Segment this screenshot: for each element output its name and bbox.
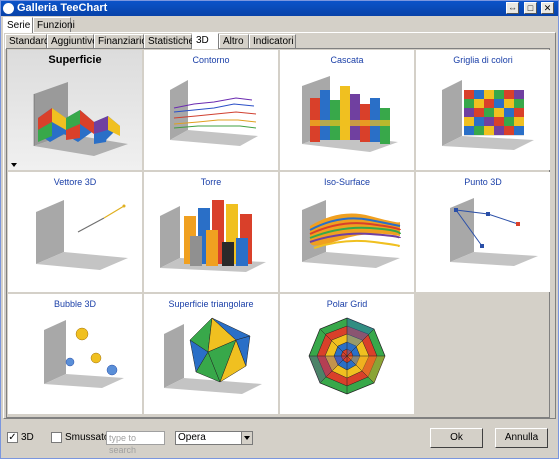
check-3d[interactable]: ✓ xyxy=(7,432,18,443)
check-smussato[interactable] xyxy=(51,432,62,443)
gallery-item-bubble-3d[interactable]: Bubble 3D xyxy=(8,294,142,414)
search-input[interactable]: type to search xyxy=(106,431,165,455)
tower-chart-thumbnail xyxy=(160,200,266,272)
tab-statistiche[interactable]: Statistiche xyxy=(144,34,194,49)
gallery-item-contorno[interactable]: Contorno xyxy=(144,50,278,170)
title-bar[interactable]: Galleria TeeChart ⇔ □ ✕ xyxy=(1,1,558,16)
restore-icon[interactable]: ⇔ xyxy=(506,2,519,14)
gallery-item-griglia-colori[interactable]: Griglia di colori xyxy=(416,50,550,170)
gallery-item-torre[interactable]: Torre xyxy=(144,172,278,292)
ok-button[interactable]: Ok xyxy=(430,428,483,448)
theme-select[interactable]: Opera xyxy=(175,431,253,445)
gallery-item-cascata[interactable]: Cascata xyxy=(280,50,414,170)
gallery-window: Galleria TeeChart ⇔ □ ✕ Serie Funzioni S… xyxy=(0,0,559,459)
tab-altro[interactable]: Altro xyxy=(219,34,249,49)
gallery-item-iso-surface[interactable]: Iso-Surface xyxy=(280,172,414,292)
surface-chart-thumbnail xyxy=(33,82,128,156)
check-3d-label: 3D xyxy=(21,432,34,443)
check-smussato-label: Smussato xyxy=(65,432,110,443)
vector-3d-chart-thumbnail xyxy=(36,200,128,270)
contour-chart-thumbnail xyxy=(170,80,258,146)
chevron-down-icon[interactable] xyxy=(241,432,252,444)
tab-serie[interactable]: Serie xyxy=(3,17,33,33)
tab-3d[interactable]: 3D xyxy=(192,33,219,49)
gallery-item-vettore-3d[interactable]: Vettore 3D xyxy=(8,172,142,292)
iso-surface-chart-thumbnail xyxy=(302,200,401,268)
gallery-item-superficie-triangolare[interactable]: Superficie triangolare xyxy=(144,294,278,414)
bubble-3d-chart-thumbnail xyxy=(44,320,124,388)
selection-marker xyxy=(11,163,17,167)
tab-indicatori[interactable]: Indicatori xyxy=(249,34,296,49)
tab-funzioni[interactable]: Funzioni xyxy=(33,17,75,33)
tab-aggiuntive[interactable]: Aggiuntive xyxy=(47,34,98,49)
app-icon xyxy=(3,3,14,14)
gallery-item-superficie[interactable]: Superficie xyxy=(8,50,142,170)
point-3d-chart-thumbnail xyxy=(450,198,538,266)
bottom-bar: ✓ 3D Smussato type to search Opera Ok An… xyxy=(1,420,558,458)
waterfall-chart-thumbnail xyxy=(302,76,398,152)
gallery-item-punto-3d[interactable]: Punto 3D xyxy=(416,172,550,292)
chart-gallery: Superficie Contorno Cascata Griglia di c… xyxy=(6,48,550,418)
polar-grid-chart-thumbnail xyxy=(308,317,386,395)
gallery-item-polar-grid[interactable]: Polar Grid xyxy=(280,294,414,414)
tab-standard[interactable]: Standard xyxy=(5,34,50,49)
close-icon[interactable]: ✕ xyxy=(541,2,554,14)
color-grid-chart-thumbnail xyxy=(442,80,534,150)
cancel-button[interactable]: Annulla xyxy=(495,428,548,448)
theme-select-value: Opera xyxy=(178,432,206,443)
maximize-icon[interactable]: □ xyxy=(524,2,537,14)
tab-finanziario[interactable]: Finanziario xyxy=(94,34,147,49)
window-title: Galleria TeeChart xyxy=(17,2,108,14)
triangle-surface-chart-thumbnail xyxy=(164,317,262,394)
